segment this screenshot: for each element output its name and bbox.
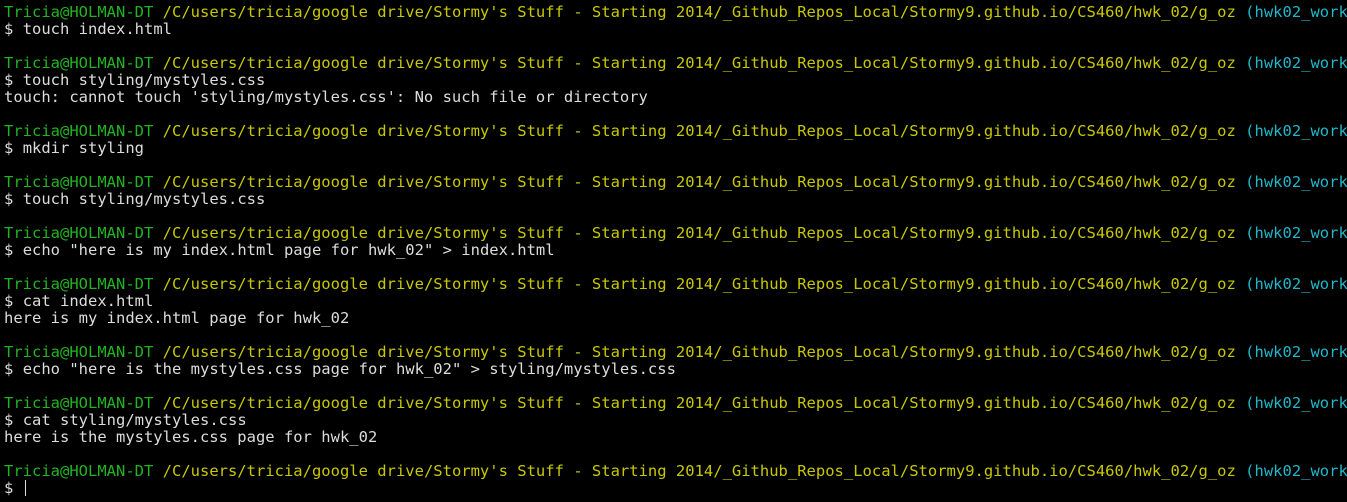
command-text: touch index.html [22, 21, 172, 38]
prompt-path: /C/users/tricia/google drive/Stormy's St… [162, 463, 1236, 480]
prompt-branch: (hwk02_working) [1245, 4, 1347, 21]
prompt-line: Tricia@HOLMAN-DT /C/users/tricia/google … [4, 174, 1347, 191]
command-line: $ touch index.html [4, 21, 1347, 38]
prompt-path: /C/users/tricia/google drive/Stormy's St… [162, 4, 1236, 21]
prompt-branch: (hwk02_working) [1245, 55, 1347, 72]
prompt-branch: (hwk02_working) [1245, 344, 1347, 361]
prompt-path: /C/users/tricia/google drive/Stormy's St… [162, 395, 1236, 412]
command-line: $ cat index.html [4, 293, 1347, 310]
output-line: here is my index.html page for hwk_02 [4, 310, 350, 327]
prompt-branch: (hwk02_working) [1245, 174, 1347, 191]
prompt-branch: (hwk02_working) [1245, 395, 1347, 412]
prompt-user: Tricia@HOLMAN-DT [4, 344, 154, 361]
command-line: $ touch styling/mystyles.css [4, 72, 1347, 89]
prompt-branch: (hwk02_working) [1245, 276, 1347, 293]
prompt-user: Tricia@HOLMAN-DT [4, 276, 154, 293]
prompt-symbol: $ [4, 191, 14, 208]
command-line: $ echo "here is the mystyles.css page fo… [4, 361, 1347, 378]
prompt-path: /C/users/tricia/google drive/Stormy's St… [162, 123, 1236, 140]
prompt-path: /C/users/tricia/google drive/Stormy's St… [162, 344, 1236, 361]
output-line: here is the mystyles.css page for hwk_02 [4, 429, 378, 446]
prompt-path: /C/users/tricia/google drive/Stormy's St… [162, 225, 1236, 242]
prompt-symbol: $ [4, 140, 14, 157]
prompt-path: /C/users/tricia/google drive/Stormy's St… [162, 276, 1236, 293]
command-text: echo "here is the mystyles.css page for … [22, 361, 676, 378]
prompt-line: Tricia@HOLMAN-DT /C/users/tricia/google … [4, 123, 1347, 140]
prompt-symbol: $ [4, 21, 14, 38]
command-text: touch styling/mystyles.css [22, 191, 266, 208]
prompt-symbol: $ [4, 293, 14, 310]
command-line: $ cat styling/mystyles.css [4, 412, 1347, 429]
command-text: touch styling/mystyles.css [22, 72, 266, 89]
active-command-line[interactable]: $ [4, 480, 1347, 497]
prompt-branch: (hwk02_working) [1245, 225, 1347, 242]
prompt-user: Tricia@HOLMAN-DT [4, 463, 154, 480]
terminal-window[interactable]: Tricia@HOLMAN-DT /C/users/tricia/google … [0, 0, 1347, 502]
command-line: $ mkdir styling [4, 140, 1347, 157]
prompt-line: Tricia@HOLMAN-DT /C/users/tricia/google … [4, 344, 1347, 361]
command-text: cat styling/mystyles.css [22, 412, 247, 429]
output-line: touch: cannot touch 'styling/mystyles.cs… [4, 89, 648, 106]
prompt-line: Tricia@HOLMAN-DT /C/users/tricia/google … [4, 276, 1347, 293]
prompt-symbol: $ [4, 242, 14, 259]
command-line: $ echo "here is my index.html page for h… [4, 242, 1347, 259]
prompt-line: Tricia@HOLMAN-DT /C/users/tricia/google … [4, 225, 1347, 242]
prompt-symbol: $ [4, 480, 14, 497]
prompt-symbol: $ [4, 412, 14, 429]
command-line: $ touch styling/mystyles.css [4, 191, 1347, 208]
prompt-line: Tricia@HOLMAN-DT /C/users/tricia/google … [4, 463, 1347, 480]
prompt-path: /C/users/tricia/google drive/Stormy's St… [162, 174, 1236, 191]
prompt-line: Tricia@HOLMAN-DT /C/users/tricia/google … [4, 55, 1347, 72]
prompt-user: Tricia@HOLMAN-DT [4, 174, 154, 191]
prompt-line: Tricia@HOLMAN-DT /C/users/tricia/google … [4, 4, 1347, 21]
prompt-branch: (hwk02_working) [1245, 463, 1347, 480]
command-text: cat index.html [22, 293, 154, 310]
prompt-path: /C/users/tricia/google drive/Stormy's St… [162, 55, 1236, 72]
prompt-user: Tricia@HOLMAN-DT [4, 225, 154, 242]
prompt-branch: (hwk02_working) [1245, 123, 1347, 140]
prompt-line: Tricia@HOLMAN-DT /C/users/tricia/google … [4, 395, 1347, 412]
prompt-user: Tricia@HOLMAN-DT [4, 123, 154, 140]
command-text: mkdir styling [22, 140, 145, 157]
prompt-user: Tricia@HOLMAN-DT [4, 395, 154, 412]
command-text: echo "here is my index.html page for hwk… [22, 242, 555, 259]
prompt-symbol: $ [4, 72, 14, 89]
prompt-user: Tricia@HOLMAN-DT [4, 4, 154, 21]
prompt-symbol: $ [4, 361, 14, 378]
text-cursor[interactable] [24, 480, 26, 496]
prompt-user: Tricia@HOLMAN-DT [4, 55, 154, 72]
